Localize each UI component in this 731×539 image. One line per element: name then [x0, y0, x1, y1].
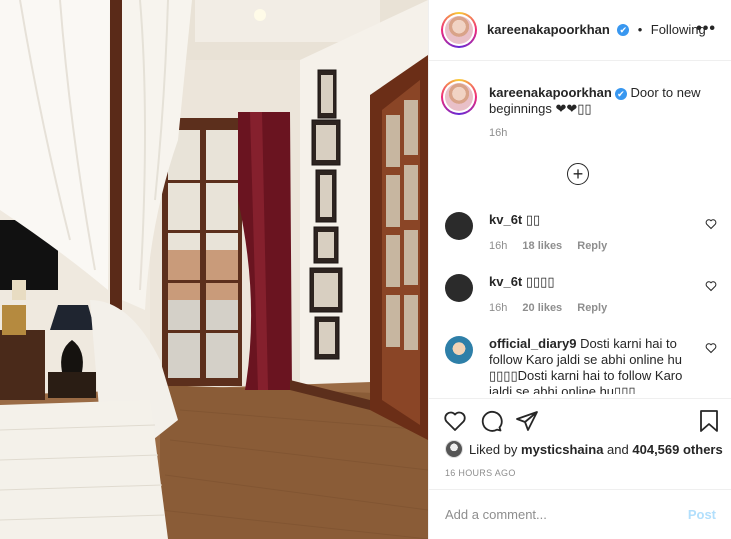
comment-avatar[interactable]: [445, 212, 473, 240]
reply-button[interactable]: Reply: [577, 302, 607, 314]
liker-username[interactable]: mysticshaina: [521, 442, 603, 457]
comment-avatar[interactable]: [445, 336, 473, 364]
add-comment-bar: Add a comment... Post: [429, 489, 731, 539]
comment-likes[interactable]: 18 likes: [522, 240, 562, 252]
comment-input[interactable]: Add a comment...: [445, 507, 547, 522]
comment-icon[interactable]: [479, 409, 503, 433]
caption-avatar[interactable]: [441, 79, 477, 115]
liker-avatar[interactable]: [445, 440, 463, 458]
post-photo[interactable]: [0, 0, 428, 539]
comment-time: 16h: [489, 302, 508, 314]
comment-text: ▯▯: [525, 212, 541, 227]
likes-count[interactable]: 404,569 others: [632, 442, 722, 457]
author-username[interactable]: kareenakapoorkhan: [487, 22, 610, 37]
heart-icon[interactable]: [705, 342, 717, 354]
comment-meta: 16h 18 likes Reply: [489, 240, 619, 252]
post-timestamp[interactable]: 16 HOURS AGO: [445, 468, 516, 478]
comment-item: kv_6t ▯▯▯▯ 16h 20 likes Reply: [445, 274, 725, 318]
comment-item: official_diary9 Dosti karni hai to follo…: [445, 336, 725, 394]
comment-meta: 16h 20 likes Reply: [489, 302, 619, 314]
liked-by-and: and: [607, 441, 629, 457]
comment-time: 16h: [489, 240, 508, 252]
comment-text: ▯▯▯▯: [525, 274, 555, 289]
heart-icon[interactable]: [443, 409, 467, 433]
liked-by-prefix: Liked by: [469, 441, 518, 457]
post-header: kareenakapoorkhan ✔ • Following •••: [429, 0, 731, 61]
comment-username[interactable]: official_diary9: [489, 336, 576, 351]
heart-icon[interactable]: [705, 280, 717, 292]
share-icon[interactable]: [515, 409, 539, 433]
comment-username[interactable]: kv_6t: [489, 212, 522, 227]
post-button[interactable]: Post: [688, 507, 716, 522]
separator: •: [637, 22, 643, 37]
comment-avatar[interactable]: [445, 274, 473, 302]
load-more-icon[interactable]: +: [567, 163, 589, 185]
caption-text: kareenakapoorkhan ✔ Door to new beginning…: [489, 85, 719, 117]
comment-likes[interactable]: 20 likes: [522, 302, 562, 314]
bedroom-photo: [0, 0, 428, 539]
more-icon[interactable]: •••: [696, 20, 716, 38]
verified-icon: ✔: [614, 87, 627, 100]
author-avatar[interactable]: [441, 12, 477, 48]
caption-time: 16h: [489, 127, 508, 139]
reply-button[interactable]: Reply: [577, 240, 607, 252]
heart-icon[interactable]: [705, 218, 717, 230]
bookmark-icon[interactable]: [698, 409, 720, 433]
comment-username[interactable]: kv_6t: [489, 274, 522, 289]
caption-username[interactable]: kareenakapoorkhan: [489, 85, 612, 100]
liked-by: Liked by mysticshaina and 404,569 others: [445, 440, 723, 458]
post-side-panel: kareenakapoorkhan ✔ • Following ••• kare…: [428, 0, 731, 539]
verified-icon: ✔: [617, 23, 630, 36]
comment-item: kv_6t ▯▯ 16h 18 likes Reply: [445, 212, 725, 256]
action-bar: Liked by mysticshaina and 404,569 others…: [429, 398, 731, 489]
